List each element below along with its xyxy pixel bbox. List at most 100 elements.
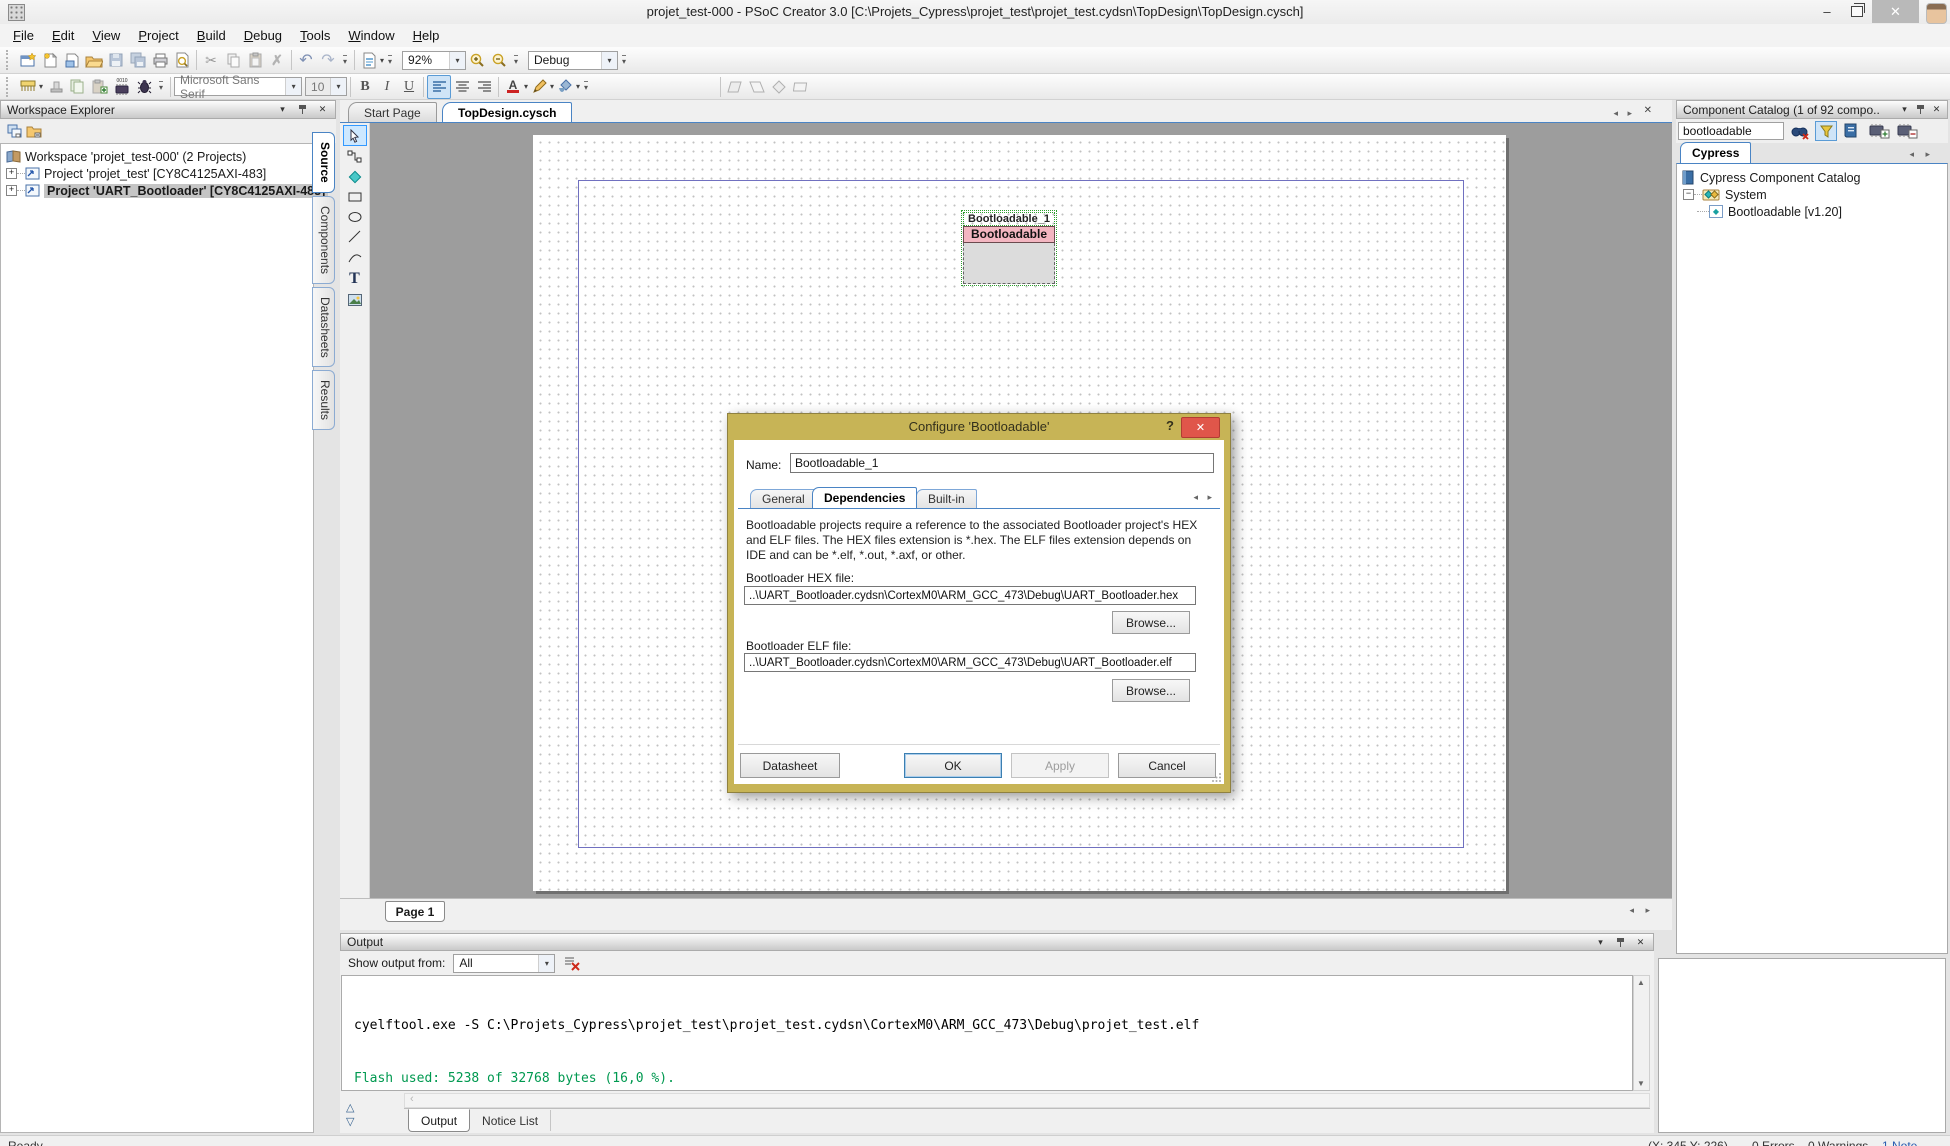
component-instance-label[interactable]: Bootloadable_1 [963, 212, 1055, 226]
debugger-tool-button[interactable] [133, 76, 155, 98]
tab-general[interactable]: General [750, 489, 817, 508]
shape-tool-button[interactable] [746, 76, 768, 98]
chevron-down-icon[interactable]: ▾ [601, 52, 617, 69]
delete-button[interactable]: ✗ [266, 49, 288, 71]
tab-close-icon[interactable]: ✕ [1644, 105, 1652, 116]
hex-file-input[interactable] [744, 586, 1196, 605]
image-tool-button[interactable] [344, 290, 366, 309]
tab-dependencies[interactable]: Dependencies [812, 487, 917, 508]
bold-button[interactable]: B [354, 76, 376, 98]
close-button[interactable]: ✕ [1872, 0, 1919, 23]
arc-tool-button[interactable] [344, 247, 366, 266]
datasheet-button[interactable] [358, 49, 380, 71]
rectangle-tool-button[interactable] [344, 187, 366, 206]
minimize-button[interactable]: – [1813, 0, 1841, 23]
shape-tool-button[interactable] [768, 76, 790, 98]
menu-view[interactable]: View [83, 25, 129, 46]
italic-button[interactable]: I [376, 76, 398, 98]
toolbar-grip[interactable] [6, 50, 13, 70]
name-input[interactable] [790, 453, 1214, 473]
paste-button[interactable] [244, 49, 266, 71]
debug-target-combobox[interactable]: Debug▾ [528, 51, 618, 70]
panel-close-button[interactable]: ✕ [1634, 936, 1647, 949]
catalog-datasheet-button[interactable] [1842, 122, 1860, 140]
ellipse-tool-button[interactable] [344, 207, 366, 226]
status-notes[interactable]: 1 Note [1882, 1139, 1917, 1146]
align-left-button[interactable] [427, 75, 451, 99]
scroll-down-icon[interactable]: ▼ [1637, 1079, 1645, 1088]
catalog-search-clear-button[interactable] [1790, 122, 1810, 140]
layers-tool-button[interactable] [67, 76, 89, 98]
menu-tools[interactable]: Tools [291, 25, 339, 46]
terminal-dropdown[interactable]: ▾ [39, 82, 43, 91]
tab-output[interactable]: Output [408, 1109, 470, 1132]
restore-button[interactable] [1843, 0, 1871, 23]
scroll-up-icon[interactable]: ▲ [1637, 978, 1645, 987]
page-tab[interactable]: Page 1 [385, 901, 445, 922]
tree-row-bootloadable[interactable]: ◆ Bootloadable [v1.20] [1677, 203, 1947, 220]
panel-menu-button[interactable]: ▾ [1594, 936, 1607, 949]
chevron-down-icon[interactable]: ▾ [449, 52, 465, 69]
fill-color-button[interactable] [554, 76, 576, 98]
toolbar-overflow-button[interactable]: ▾ [384, 49, 396, 71]
browse-elf-button[interactable]: Browse... [1112, 679, 1190, 702]
panel-menu-button[interactable]: ▾ [1898, 103, 1911, 116]
apply-button[interactable]: Apply [1011, 753, 1109, 778]
stamp-tool-button[interactable] [45, 76, 67, 98]
pin-button[interactable] [1914, 103, 1927, 116]
catalog-collapse-all-button[interactable] [1896, 122, 1918, 139]
catalog-expand-all-button[interactable] [1868, 122, 1890, 139]
redo-button[interactable]: ↷ [317, 49, 339, 71]
panel-expand-up-icon[interactable]: △ [346, 1101, 354, 1114]
resize-grip-icon[interactable] [1212, 772, 1222, 782]
shape-tool-button[interactable] [790, 76, 812, 98]
select-tool-button[interactable] [343, 125, 367, 146]
bootloadable-component[interactable]: Bootloadable_1 Bootloadable [961, 210, 1057, 286]
output-vscrollbar[interactable]: ▲ ▼ [1633, 975, 1650, 1091]
scroll-left-icon[interactable]: ‹ [410, 1093, 414, 1105]
status-warnings[interactable]: 0 Warnings [1808, 1139, 1868, 1146]
tree-row-project2[interactable]: + Project 'UART_Bootloader' [CY8C4125AXI… [1, 182, 313, 199]
side-tab-datasheets[interactable]: Datasheets [312, 287, 335, 368]
panel-menu-button[interactable]: ▾ [276, 103, 289, 116]
menu-build[interactable]: Build [188, 25, 235, 46]
text-tool-button[interactable]: T [344, 269, 366, 289]
configure-dialog[interactable]: Configure 'Bootloadable' ? ✕ Name: Gener… [727, 413, 1231, 793]
tree-row-catalog-root[interactable]: Cypress Component Catalog [1677, 169, 1947, 186]
menu-project[interactable]: Project [129, 25, 187, 46]
side-tab-source[interactable]: Source [312, 132, 335, 193]
schematic-page[interactable]: Bootloadable_1 Bootloadable Configure 'B… [533, 135, 1506, 891]
catalog-tab-scroll-right-icon[interactable]: ▸ [1925, 149, 1930, 160]
side-tab-components[interactable]: Components [312, 196, 335, 284]
tab-scroll-left-icon[interactable]: ◂ [1613, 108, 1618, 119]
tab-notice-list[interactable]: Notice List [470, 1110, 551, 1131]
underline-button[interactable]: U [398, 76, 420, 98]
collapse-icon[interactable]: − [1683, 189, 1694, 200]
menu-edit[interactable]: Edit [43, 25, 83, 46]
collapse-all-button[interactable] [24, 121, 44, 141]
catalog-filter-button[interactable] [1815, 121, 1837, 141]
toolbar-overflow-button[interactable]: ▾ [510, 49, 522, 71]
status-errors[interactable]: 0 Errors [1752, 1139, 1795, 1146]
undo-button[interactable]: ↶ [295, 49, 317, 71]
cancel-button[interactable]: Cancel [1118, 753, 1216, 778]
output-console[interactable]: cyelftool.exe -S C:\Projets_Cypress\proj… [341, 975, 1633, 1091]
toolbar-overflow-button[interactable]: ▾ [580, 76, 592, 98]
tab-start-page[interactable]: Start Page [348, 102, 437, 122]
copy-button[interactable] [222, 49, 244, 71]
dialog-help-button[interactable]: ? [1166, 418, 1174, 433]
panel-close-button[interactable]: ✕ [1930, 103, 1943, 116]
browse-hex-button[interactable]: Browse... [1112, 611, 1190, 634]
font-name-combobox[interactable]: Microsoft Sans Serif▾ [174, 77, 302, 96]
font-size-combobox[interactable]: 10▾ [305, 77, 347, 96]
zoom-in-button[interactable] [466, 49, 488, 71]
datasheet-dialog-button[interactable]: Datasheet [740, 753, 840, 778]
component-header[interactable]: Bootloadable [963, 226, 1055, 243]
new-file-button[interactable] [39, 49, 61, 71]
print-button[interactable] [149, 49, 171, 71]
tree-row-workspace[interactable]: Workspace 'projet_test-000' (2 Projects) [1, 148, 313, 165]
dialog-tab-scroll-left-icon[interactable]: ◂ [1193, 492, 1198, 503]
tree-row-system[interactable]: − System [1677, 186, 1947, 203]
canvas-scroll-left-icon[interactable]: ◂ [1629, 905, 1634, 916]
expand-icon[interactable]: + [6, 168, 17, 179]
